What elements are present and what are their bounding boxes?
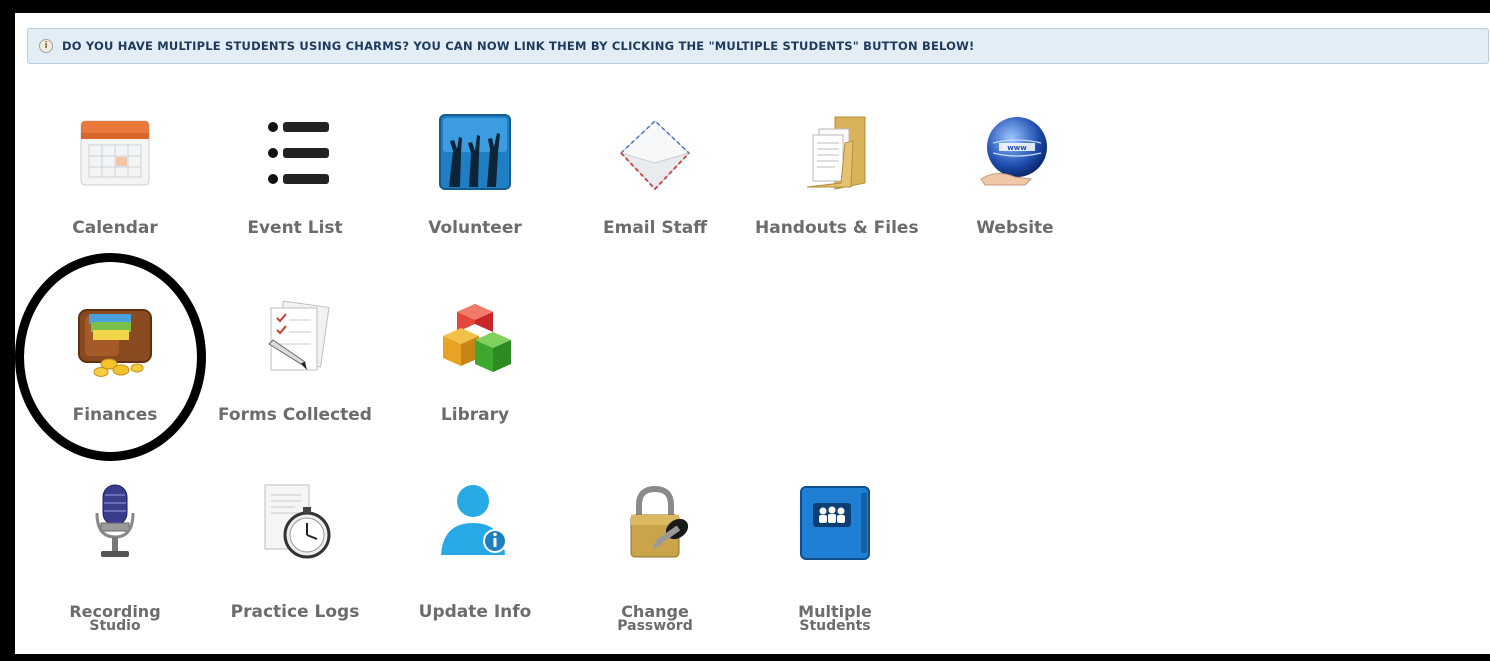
email-staff-label: Email Staff: [603, 218, 707, 238]
practice-logs-label: Practice Logs: [230, 602, 360, 622]
change-password-label-line2: Password: [617, 618, 693, 634]
envelope-icon: [620, 119, 690, 191]
finances-button[interactable]: Finances: [35, 300, 195, 430]
volunteer-hands-icon: [439, 114, 511, 190]
multiple-students-button[interactable]: Multiple Students: [755, 483, 915, 633]
info-icon: i: [39, 39, 53, 53]
event-list-label: Event List: [247, 218, 343, 238]
update-info-button[interactable]: Update Info: [395, 483, 555, 633]
stopwatch-icon: [264, 484, 331, 559]
email-staff-button[interactable]: Email Staff: [575, 113, 735, 243]
calendar-icon: [80, 120, 150, 186]
recording-studio-label-line2: Studio: [89, 618, 141, 634]
practice-logs-button[interactable]: Practice Logs: [215, 483, 375, 633]
website-button[interactable]: www Website: [935, 113, 1095, 243]
forms-collected-button[interactable]: Forms Collected: [215, 300, 375, 430]
change-password-label: Change Password: [575, 603, 735, 633]
forms-icon: [268, 300, 330, 371]
handouts-files-label: Handouts & Files: [755, 218, 919, 238]
multiple-students-label-line2: Students: [799, 618, 871, 634]
main-panel: i DO YOU HAVE MULTIPLE STUDENTS USING CH…: [15, 13, 1490, 654]
forms-collected-label: Forms Collected: [218, 405, 372, 425]
event-list-button[interactable]: Event List: [215, 113, 375, 243]
globe-icon: www: [980, 117, 1047, 186]
user-info-icon: [441, 485, 507, 555]
students-icon: [800, 486, 870, 560]
folder-icon: [806, 116, 866, 190]
microphone-icon: [95, 484, 135, 557]
update-info-label: Update Info: [418, 602, 532, 622]
recording-studio-label: Recording Studio: [35, 603, 195, 633]
lock-key-icon: [630, 485, 689, 558]
wallet-icon: [78, 309, 152, 377]
calendar-button[interactable]: Calendar: [35, 113, 195, 243]
website-label: Website: [976, 218, 1054, 238]
library-label: Library: [440, 405, 510, 425]
notice-banner: i DO YOU HAVE MULTIPLE STUDENTS USING CH…: [27, 28, 1489, 64]
blocks-icon: [443, 304, 511, 372]
notice-text: DO YOU HAVE MULTIPLE STUDENTS USING CHAR…: [62, 39, 975, 53]
calendar-label: Calendar: [72, 218, 158, 238]
multiple-students-label: Multiple Students: [755, 603, 915, 633]
library-button[interactable]: Library: [395, 300, 555, 430]
volunteer-label: Volunteer: [428, 218, 522, 238]
svg-text:www: www: [1007, 144, 1027, 152]
volunteer-button[interactable]: Volunteer: [395, 113, 555, 243]
recording-studio-button[interactable]: Recording Studio: [35, 483, 195, 633]
change-password-button[interactable]: Change Password: [575, 483, 735, 633]
finances-label: Finances: [72, 405, 158, 425]
handouts-files-button[interactable]: Handouts & Files: [755, 113, 919, 243]
list-icon: [268, 122, 329, 184]
